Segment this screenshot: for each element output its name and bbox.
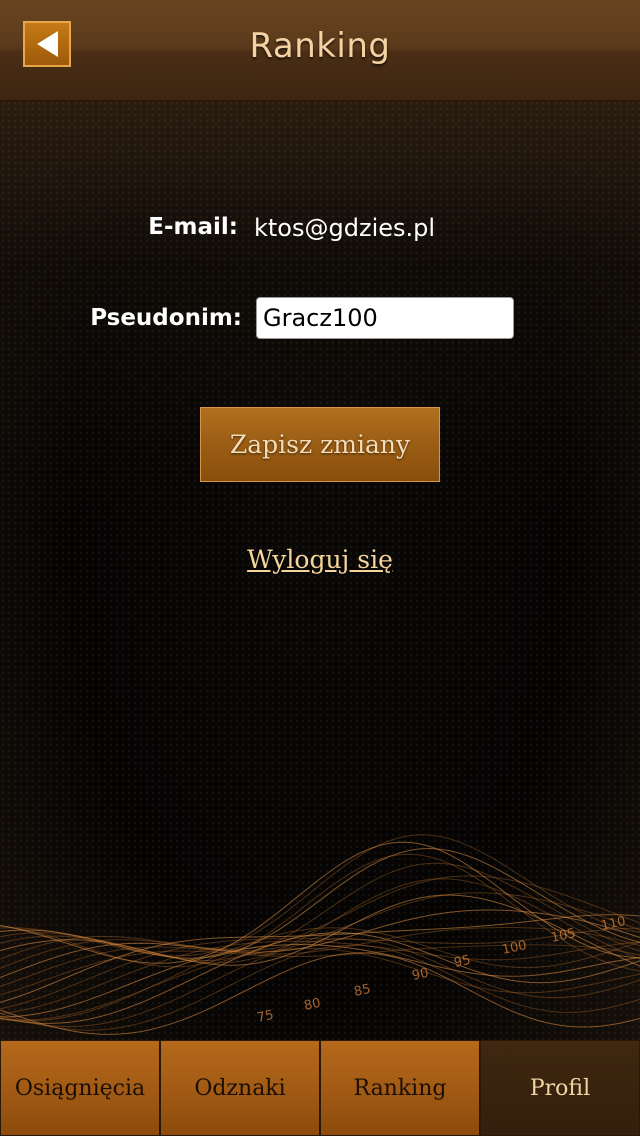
wave-number: 100 [501, 938, 528, 958]
wave-number: 80 [303, 996, 322, 1014]
wave-line [0, 853, 640, 972]
tab-profile[interactable]: Profil [480, 1040, 640, 1136]
email-value: ktos@gdzies.pl [254, 214, 436, 242]
tab-bar: Osiągnięcia Odznaki Ranking Profil [0, 1040, 640, 1136]
wave-number: 90 [411, 966, 430, 984]
logout-link[interactable]: Wyloguj się [0, 545, 640, 574]
nickname-label: Pseudonim: [90, 305, 242, 331]
wave-number: 85 [353, 982, 372, 1000]
wave-number: 75 [256, 1008, 275, 1026]
tab-achievements[interactable]: Osiągnięcia [0, 1040, 160, 1136]
header-bar: Ranking [0, 0, 640, 102]
nickname-input[interactable] [256, 297, 514, 339]
wave-number: 95 [453, 953, 472, 971]
page-title: Ranking [249, 26, 391, 66]
tab-ranking[interactable]: Ranking [320, 1040, 480, 1136]
wave-decoration: 7580859095100105110 [0, 834, 640, 1035]
tab-badges[interactable]: Odznaki [160, 1040, 320, 1136]
save-changes-button[interactable]: Zapisz zmiany [200, 407, 440, 482]
email-label: E-mail: [148, 214, 238, 240]
